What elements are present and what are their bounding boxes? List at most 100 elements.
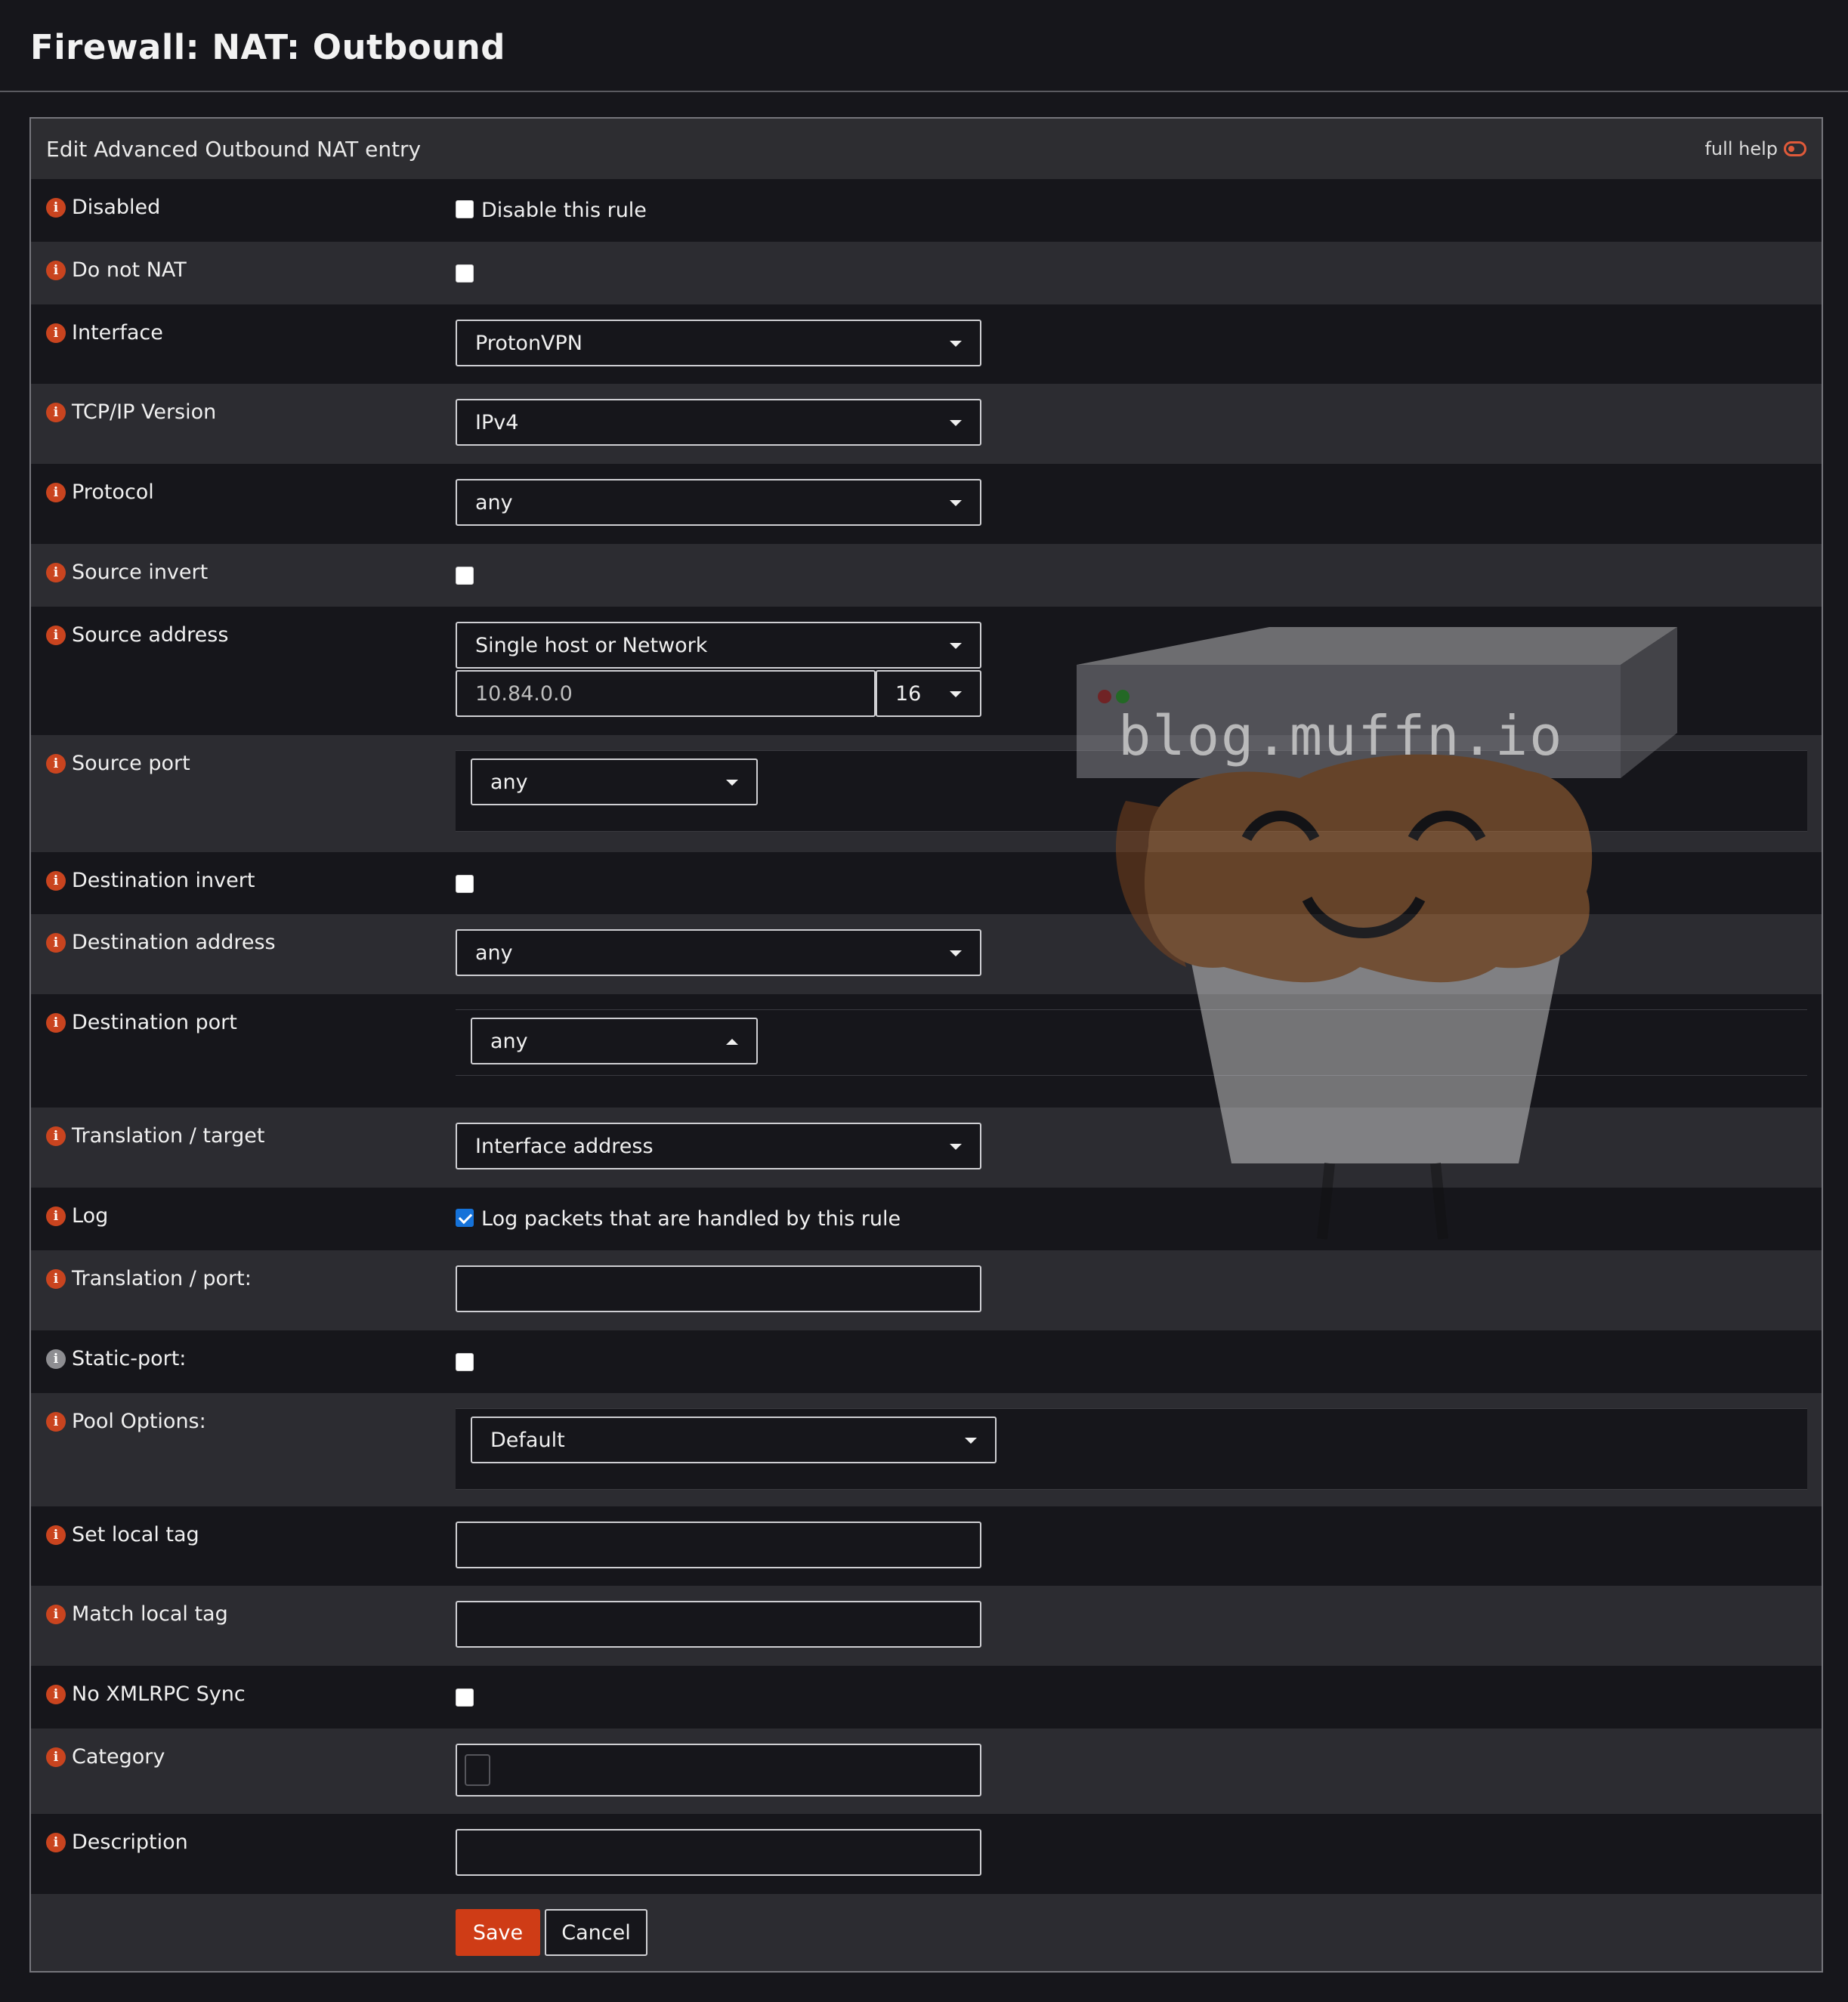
row-category: i Category	[31, 1729, 1822, 1814]
page-header: Firewall: NAT: Outbound	[0, 0, 1848, 92]
info-icon[interactable]: i	[46, 1268, 66, 1289]
info-icon[interactable]: i	[46, 1604, 66, 1624]
info-icon[interactable]: i	[46, 1832, 66, 1852]
row-actions: Save Cancel	[31, 1894, 1822, 1971]
label-match-local-tag: i Match local tag	[46, 1602, 228, 1626]
source-mask-select[interactable]: 16	[876, 670, 981, 717]
info-icon[interactable]: i	[46, 870, 66, 891]
info-icon[interactable]: i	[46, 753, 66, 774]
label-destination-address: i Destination address	[46, 931, 276, 954]
source-address-input[interactable]: 10.84.0.0	[456, 670, 876, 717]
full-help-toggle[interactable]: full help	[1704, 138, 1806, 159]
info-icon[interactable]: i	[46, 1349, 66, 1369]
info-icon[interactable]: i	[46, 1206, 66, 1226]
info-icon[interactable]: i	[46, 323, 66, 343]
chevron-down-icon	[950, 643, 962, 649]
row-set-local-tag: i Set local tag	[31, 1506, 1822, 1586]
label-set-local-tag: i Set local tag	[46, 1523, 199, 1546]
label-source-port: i Source port	[46, 752, 190, 775]
category-tag-placeholder	[465, 1754, 490, 1786]
source-invert-checkbox[interactable]	[456, 567, 474, 585]
info-icon[interactable]: i	[46, 260, 66, 280]
no-xmlrpc-sync-checkbox[interactable]	[456, 1688, 474, 1707]
info-icon[interactable]: i	[46, 1684, 66, 1704]
info-icon[interactable]: i	[46, 197, 66, 218]
label-no-xmlrpc-sync: i No XMLRPC Sync	[46, 1682, 246, 1706]
chevron-up-icon	[726, 1039, 738, 1045]
protocol-select[interactable]: any	[456, 479, 981, 526]
row-no-xmlrpc-sync: i No XMLRPC Sync	[31, 1666, 1822, 1729]
label-protocol: i Protocol	[46, 480, 154, 504]
chevron-down-icon	[950, 420, 962, 426]
chevron-down-icon	[950, 691, 962, 697]
label-destination-invert: i Destination invert	[46, 869, 255, 892]
chevron-down-icon	[950, 950, 962, 956]
source-port-select[interactable]: any	[471, 758, 758, 805]
row-description: i Description	[31, 1814, 1822, 1894]
match-local-tag-input[interactable]	[456, 1601, 981, 1648]
label-source-invert: i Source invert	[46, 561, 208, 584]
row-do-not-nat: i Do not NAT	[31, 242, 1822, 304]
label-log: i Log	[46, 1204, 108, 1228]
row-disabled: i Disabled Disable this rule	[31, 179, 1822, 242]
info-icon[interactable]: i	[46, 1411, 66, 1432]
chevron-down-icon	[965, 1438, 977, 1444]
toggle-icon[interactable]	[1784, 141, 1806, 156]
row-source-invert: i Source invert	[31, 544, 1822, 607]
label-destination-port: i Destination port	[46, 1011, 237, 1034]
log-checkbox-label: Log packets that are handled by this rul…	[481, 1207, 901, 1231]
label-static-port: i Static-port:	[46, 1347, 186, 1370]
muffin	[1115, 754, 1593, 1240]
info-icon[interactable]: i	[46, 1126, 66, 1146]
row-interface: i Interface ProtonVPN	[31, 304, 1822, 384]
disable-rule-checkbox[interactable]	[456, 200, 474, 218]
info-icon[interactable]: i	[46, 625, 66, 645]
watermark-text: blog.muffn.io	[1118, 704, 1564, 768]
row-pool-options: i Pool Options: Default	[31, 1393, 1822, 1506]
label-description: i Description	[46, 1831, 188, 1854]
info-icon[interactable]: i	[46, 1747, 66, 1767]
save-button[interactable]: Save	[456, 1909, 540, 1956]
label-translation-port: i Translation / port:	[46, 1267, 252, 1290]
set-local-tag-input[interactable]	[456, 1522, 981, 1568]
info-icon[interactable]: i	[46, 932, 66, 953]
source-type-select[interactable]: Single host or Network	[456, 622, 981, 669]
do-not-nat-checkbox[interactable]	[456, 264, 474, 283]
info-icon[interactable]: i	[46, 402, 66, 422]
cancel-button[interactable]: Cancel	[545, 1909, 647, 1956]
label-do-not-nat: i Do not NAT	[46, 258, 187, 282]
destination-address-select[interactable]: any	[456, 929, 981, 976]
log-checkbox[interactable]	[456, 1209, 474, 1227]
chevron-down-icon	[950, 341, 962, 347]
category-input[interactable]	[456, 1744, 981, 1797]
interface-select[interactable]: ProtonVPN	[456, 320, 981, 366]
label-tcpip: i TCP/IP Version	[46, 400, 216, 424]
translation-port-input[interactable]	[456, 1265, 981, 1312]
full-help-label: full help	[1704, 138, 1778, 159]
label-interface: i Interface	[46, 321, 163, 344]
label-disabled: i Disabled	[46, 196, 160, 219]
chevron-down-icon	[950, 1144, 962, 1150]
info-icon[interactable]: i	[46, 1525, 66, 1545]
row-match-local-tag: i Match local tag	[31, 1586, 1822, 1666]
info-icon[interactable]: i	[46, 562, 66, 582]
disable-rule-label: Disable this rule	[481, 199, 647, 222]
destination-invert-checkbox[interactable]	[456, 875, 474, 893]
static-port-checkbox[interactable]	[456, 1353, 474, 1371]
info-icon[interactable]: i	[46, 1012, 66, 1033]
row-tcpip: i TCP/IP Version IPv4	[31, 384, 1822, 464]
label-pool-options: i Pool Options:	[46, 1410, 206, 1433]
info-icon[interactable]: i	[46, 482, 66, 502]
row-protocol: i Protocol any	[31, 464, 1822, 544]
pool-options-box: Default	[456, 1408, 1807, 1490]
translation-target-select[interactable]: Interface address	[456, 1123, 981, 1169]
row-static-port: i Static-port:	[31, 1330, 1822, 1393]
chevron-down-icon	[726, 780, 738, 786]
destination-port-select[interactable]: any	[471, 1018, 758, 1064]
tcpip-version-select[interactable]: IPv4	[456, 399, 981, 446]
page-title: Firewall: NAT: Outbound	[30, 27, 505, 67]
chevron-down-icon	[950, 500, 962, 506]
description-input[interactable]	[456, 1829, 981, 1876]
pool-options-select[interactable]: Default	[471, 1417, 997, 1463]
label-source-address: i Source address	[46, 623, 228, 647]
